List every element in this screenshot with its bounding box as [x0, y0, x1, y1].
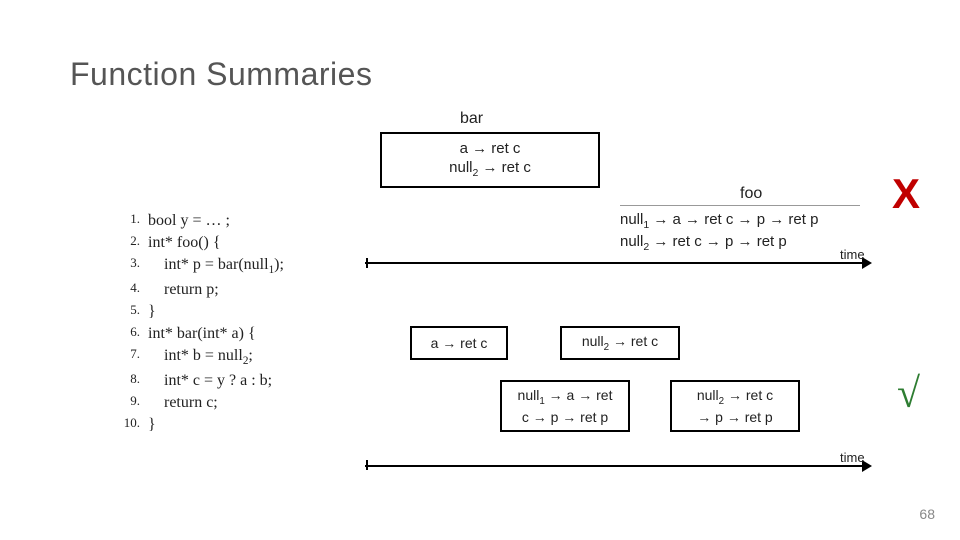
code-text: int* p = bar(null1);	[148, 254, 284, 279]
bar-summary-line1: a → ret c	[460, 139, 521, 159]
line-number: 5.	[110, 301, 140, 323]
txt: null2 → ret c	[582, 332, 658, 355]
foo-summary-line2: null2 → ret c → p → ret p	[620, 232, 818, 254]
txt: null	[518, 387, 540, 403]
slide-title: Function Summaries	[70, 56, 372, 93]
timeline-axis-lower	[365, 465, 865, 467]
code-text: return p;	[148, 279, 219, 301]
foo-label: foo	[740, 185, 762, 203]
cross-icon: X	[892, 170, 920, 218]
txt: → ret c	[724, 387, 773, 403]
line-number: 10.	[110, 414, 140, 436]
bar-label: bar	[460, 110, 483, 128]
code-line: 7. int* b = null2;	[110, 345, 284, 370]
txt: int* b = null	[148, 347, 243, 364]
code-text: return c;	[148, 392, 218, 414]
txt: null	[697, 387, 719, 403]
timeline-axis-upper	[365, 262, 865, 264]
code-line: 4. return p;	[110, 279, 284, 301]
code-line: 9. return c;	[110, 392, 284, 414]
txt: → p → ret p	[697, 408, 773, 426]
axis-tick	[366, 460, 368, 470]
txt: );	[274, 256, 284, 273]
axis-tick	[366, 258, 368, 268]
page-number: 68	[919, 506, 935, 522]
check-icon: √	[897, 370, 920, 418]
code-text: int* c = y ? a : b;	[148, 370, 272, 392]
txt: null	[620, 211, 643, 228]
summary-step-box: null2 → ret c	[560, 326, 680, 360]
time-label-lower: time	[840, 450, 865, 465]
txt: → a → ret c → p → ret p	[649, 211, 818, 228]
line-number: 6.	[110, 323, 140, 345]
line-number: 7.	[110, 345, 140, 370]
foo-underline	[620, 205, 860, 206]
txt: → a → ret	[545, 387, 613, 403]
txt: null2 → ret c → p → ret p	[697, 386, 773, 427]
txt: null	[620, 233, 643, 250]
txt: c → p → ret p	[518, 408, 613, 426]
foo-summary-line1: null1 → a → ret c → p → ret p	[620, 210, 818, 232]
code-line: 5.}	[110, 301, 284, 323]
code-text: bool y = … ;	[148, 210, 230, 232]
code-line: 8. int* c = y ? a : b;	[110, 370, 284, 392]
code-line: 2. int* foo() {	[110, 232, 284, 254]
txt: → ret c	[609, 333, 658, 349]
txt: null1 → a → ret c → p → ret p	[518, 386, 613, 427]
code-text: int* b = null2;	[148, 345, 253, 370]
line-number: 3.	[110, 254, 140, 279]
summary-step-box: null1 → a → ret c → p → ret p	[500, 380, 630, 432]
line-number: 4.	[110, 279, 140, 301]
foo-summary-block: null1 → a → ret c → p → ret p null2 → re…	[620, 210, 818, 254]
txt: null	[582, 333, 604, 349]
time-label-upper: time	[840, 247, 865, 262]
code-line: 3. int* p = bar(null1);	[110, 254, 284, 279]
txt: int* p = bar(null	[148, 256, 269, 273]
txt: → ret c	[478, 159, 531, 176]
code-line: 6. int* bar(int* a) {	[110, 323, 284, 345]
line-number: 8.	[110, 370, 140, 392]
line-number: 9.	[110, 392, 140, 414]
summary-step-box: a → ret c	[410, 326, 508, 360]
code-listing: 1. bool y = … ; 2. int* foo() { 3. int* p …	[110, 210, 284, 436]
txt: null	[449, 159, 472, 176]
code-line: 10.}	[110, 414, 284, 436]
line-number: 1.	[110, 210, 140, 232]
bar-summary-box: a → ret c null2 → ret c	[380, 132, 600, 188]
code-text: }	[148, 414, 156, 436]
txt: → ret c → p → ret p	[649, 233, 787, 250]
code-text: int* bar(int* a) {	[148, 323, 256, 345]
summary-step-box: null2 → ret c → p → ret p	[670, 380, 800, 432]
txt: a → ret c	[431, 334, 488, 352]
code-line: 1. bool y = … ;	[110, 210, 284, 232]
code-text: int* foo() {	[148, 232, 221, 254]
line-number: 2.	[110, 232, 140, 254]
bar-summary-line2: null2 → ret c	[449, 158, 531, 181]
txt: ;	[248, 347, 252, 364]
code-text: }	[148, 301, 156, 323]
